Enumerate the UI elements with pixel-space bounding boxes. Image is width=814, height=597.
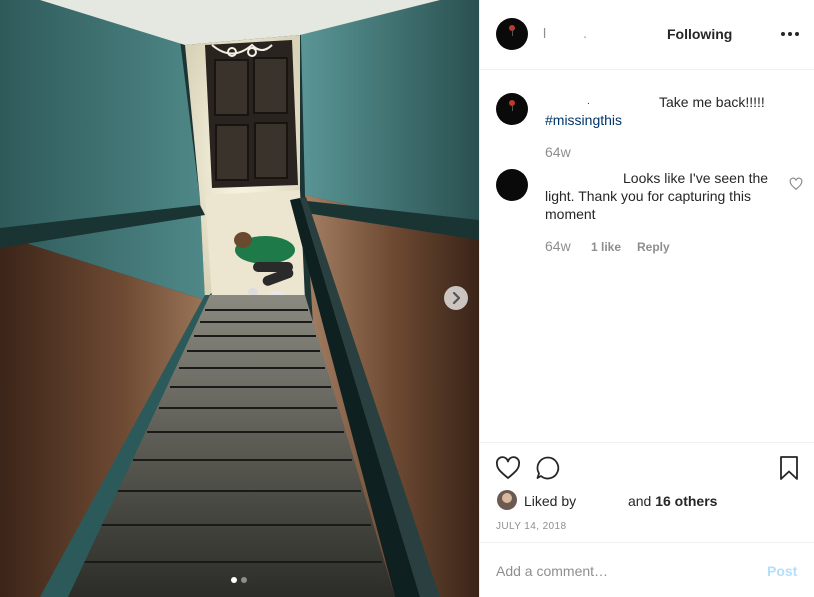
post-side-panel: l ˛ Following . Take me back!!!!! #missi…: [479, 0, 814, 597]
chevron-right-icon: [452, 292, 461, 304]
staircase-photo: [0, 0, 479, 597]
post-comment-button[interactable]: Post: [767, 563, 797, 579]
carousel-dot: [241, 577, 247, 583]
liker-avatar[interactable]: [497, 490, 517, 510]
comment-reply-button[interactable]: Reply: [637, 240, 670, 254]
post-header: l ˛ Following: [480, 0, 814, 70]
comment-text-line3: moment: [545, 206, 596, 222]
heart-icon[interactable]: [495, 455, 521, 481]
liked-by-summary[interactable]: Liked by and 16 others: [524, 493, 717, 509]
following-button[interactable]: Following: [667, 26, 732, 42]
carousel-indicator: [231, 577, 247, 583]
commenter-avatar[interactable]: [496, 169, 528, 201]
author-username-fragment: ˛: [584, 28, 588, 39]
liked-by-and: and: [627, 493, 652, 509]
liked-by-others[interactable]: 16 others: [655, 493, 717, 509]
comment-age[interactable]: 64w: [545, 238, 571, 254]
caption-age[interactable]: 64w: [545, 144, 571, 160]
comment-input[interactable]: [496, 562, 746, 580]
post-photo[interactable]: [0, 0, 479, 597]
caption-hashtag[interactable]: #missingthis: [545, 111, 622, 129]
author-username[interactable]: l: [543, 25, 546, 41]
caption-author-avatar[interactable]: [496, 93, 528, 125]
caption-text: Take me back!!!!!: [659, 94, 765, 110]
carousel-dot-active: [231, 577, 237, 583]
comment-likes-count[interactable]: 1 like: [591, 240, 621, 254]
comment-text-line2: light. Thank you for capturing this: [545, 188, 751, 204]
bookmark-icon[interactable]: [776, 455, 802, 481]
author-avatar[interactable]: [496, 18, 528, 50]
comments-list: . Take me back!!!!! #missingthis 64w Loo…: [480, 71, 814, 441]
add-comment-bar: Post: [480, 542, 814, 597]
liked-by-label: Liked by: [524, 493, 577, 509]
post-actions: Liked by and 16 others JULY 14, 2018: [480, 442, 814, 542]
comment-like-heart-icon[interactable]: [789, 177, 803, 191]
more-horizontal-icon[interactable]: [780, 28, 800, 40]
post-date[interactable]: JULY 14, 2018: [496, 521, 566, 532]
carousel-next-button[interactable]: [444, 286, 468, 310]
comment-text-line1: Looks like I've seen the: [623, 170, 769, 186]
caption-username[interactable]: .: [587, 93, 590, 111]
comment-icon[interactable]: [535, 455, 561, 481]
post-container: l ˛ Following . Take me back!!!!! #missi…: [0, 0, 814, 597]
